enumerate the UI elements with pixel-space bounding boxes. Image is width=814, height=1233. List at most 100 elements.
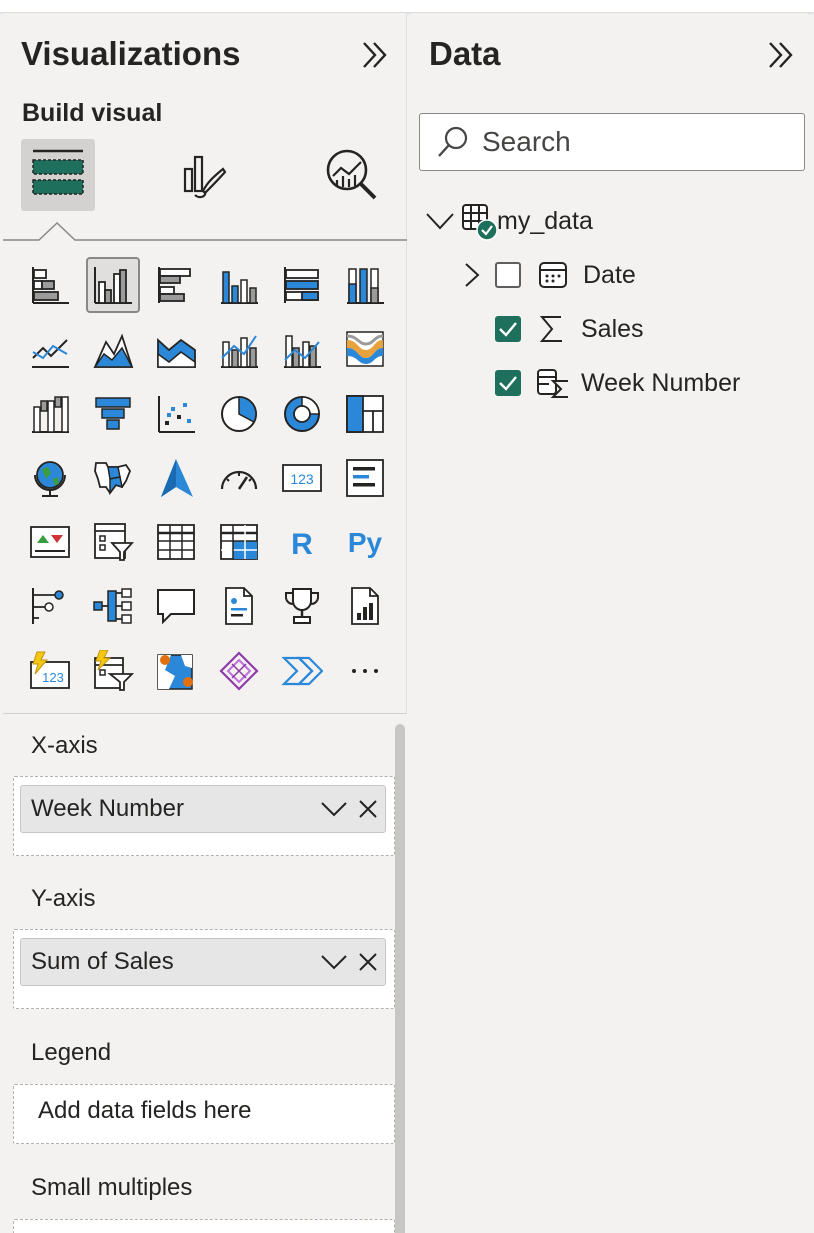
x-axis-field-pill[interactable]: Week Number: [20, 785, 386, 833]
field-row-week-number[interactable]: Week Number: [495, 363, 740, 403]
line-chart-icon[interactable]: [25, 323, 75, 375]
stacked-bar-chart-icon[interactable]: [25, 259, 75, 311]
close-icon: [359, 953, 377, 971]
analytics-magnifier-icon: [326, 149, 377, 200]
y-axis-well[interactable]: Sum of Sales: [13, 929, 395, 1009]
metrics-trophy-icon[interactable]: [277, 580, 327, 632]
100-stacked-column-chart-icon[interactable]: [340, 259, 390, 311]
decomposition-tree-icon[interactable]: [88, 580, 138, 632]
clustered-bar-chart-icon[interactable]: [151, 259, 201, 311]
donut-chart-icon[interactable]: [277, 388, 327, 440]
map-icon[interactable]: [25, 452, 75, 504]
table-node-my-data[interactable]: my_data: [425, 201, 593, 241]
line-and-stacked-column-chart-icon[interactable]: [214, 323, 264, 375]
tab-format-visual[interactable]: [164, 139, 238, 211]
clustered-column-chart-icon[interactable]: [86, 257, 140, 313]
azure-map-icon[interactable]: [151, 452, 201, 504]
field-row-sales[interactable]: Sales: [495, 309, 644, 349]
card-icon-label: 123: [290, 471, 314, 487]
small-multiples-well[interactable]: [13, 1219, 395, 1233]
arcgis-map-icon[interactable]: [151, 645, 201, 697]
field-name-sales: Sales: [581, 314, 644, 343]
y-axis-label: Y-axis: [31, 885, 96, 912]
legend-well[interactable]: Add data fields here: [13, 1084, 395, 1144]
stacked-area-chart-icon[interactable]: [151, 323, 201, 375]
y-axis-field-pill[interactable]: Sum of Sales: [20, 938, 386, 986]
power-automate-card-icon[interactable]: 123: [25, 645, 75, 697]
search-input[interactable]: Search: [419, 113, 805, 171]
pie-chart-icon[interactable]: [214, 388, 264, 440]
data-title: Data: [429, 35, 501, 72]
search-icon: [438, 126, 468, 157]
table-icon[interactable]: [151, 516, 201, 568]
qa-icon[interactable]: [151, 580, 201, 632]
field-wells: X-axis Week Number Y-axis Sum of Sales L…: [3, 713, 407, 1233]
x-axis-field-remove-button[interactable]: [351, 792, 385, 826]
power-card-label: 123: [42, 670, 64, 685]
power-apps-icon[interactable]: [214, 645, 264, 697]
tab-build-visual[interactable]: [21, 139, 95, 211]
y-axis-field-remove-button[interactable]: [351, 945, 385, 979]
x-axis-label: X-axis: [31, 732, 98, 759]
build-visual-label: Build visual: [22, 99, 163, 127]
checkmark-icon: [499, 376, 517, 391]
paginated-report-icon[interactable]: [340, 580, 390, 632]
y-axis-field-name: Sum of Sales: [31, 948, 174, 975]
x-axis-field-dropdown-button[interactable]: [317, 792, 351, 826]
x-axis-well[interactable]: Week Number: [13, 776, 395, 856]
calculated-column-icon: [537, 369, 568, 398]
field-checkbox-sales[interactable]: [495, 316, 521, 342]
field-checkbox-date[interactable]: [495, 262, 521, 288]
format-brush-icon: [183, 155, 227, 199]
power-automate-icon[interactable]: [277, 645, 327, 697]
double-chevron-right-icon: [769, 42, 793, 68]
funnel-chart-icon[interactable]: [88, 388, 138, 440]
treemap-icon[interactable]: [340, 388, 390, 440]
data-pane: Data Search my_data Date Sales Week Numb…: [411, 13, 808, 1233]
top-strip: [0, 0, 814, 12]
key-influencers-icon[interactable]: [25, 580, 75, 632]
calendar-icon: [539, 262, 567, 288]
chevron-down-icon[interactable]: [425, 211, 455, 231]
chevron-right-icon[interactable]: [463, 262, 481, 288]
visual-type-gallery: 123 R Py 123: [25, 257, 390, 697]
wells-scrollbar[interactable]: [395, 724, 405, 1233]
field-row-date[interactable]: Date: [463, 255, 636, 295]
r-script-visual-icon[interactable]: R: [277, 516, 327, 568]
collapse-visualizations-button[interactable]: [359, 39, 391, 71]
filled-map-icon[interactable]: [88, 452, 138, 504]
field-checkbox-week-number[interactable]: [495, 370, 521, 396]
card-icon[interactable]: 123: [277, 452, 327, 504]
chevron-down-icon: [321, 955, 347, 970]
line-and-clustered-column-chart-icon[interactable]: [277, 323, 327, 375]
table-name: my_data: [497, 206, 593, 235]
matrix-icon[interactable]: [214, 516, 264, 568]
gauge-icon[interactable]: [214, 452, 264, 504]
more-visuals-icon[interactable]: [340, 645, 390, 697]
smart-narrative-icon[interactable]: [214, 580, 264, 632]
field-name-week-number: Week Number: [581, 368, 741, 397]
x-axis-field-name: Week Number: [31, 795, 184, 822]
slicer-icon[interactable]: [88, 516, 138, 568]
tab-analytics[interactable]: [315, 139, 389, 211]
kpi-icon[interactable]: [25, 516, 75, 568]
ribbon-chart-icon[interactable]: [340, 323, 390, 375]
stacked-column-chart-icon[interactable]: [214, 259, 264, 311]
r-label: R: [291, 528, 313, 561]
double-chevron-right-icon: [363, 42, 387, 68]
visualizations-title: Visualizations: [21, 35, 241, 72]
100-stacked-bar-chart-icon[interactable]: [277, 259, 327, 311]
close-icon: [359, 800, 377, 818]
collapse-data-button[interactable]: [765, 39, 797, 71]
multi-row-card-icon[interactable]: [340, 452, 390, 504]
y-axis-field-dropdown-button[interactable]: [317, 945, 351, 979]
waterfall-chart-icon[interactable]: [25, 388, 75, 440]
field-name-date: Date: [583, 260, 636, 289]
python-visual-icon[interactable]: Py: [340, 516, 390, 568]
visualizations-pane: Visualizations Build visual 123 R Py 123…: [3, 13, 407, 1233]
tab-divider: [3, 221, 407, 245]
area-chart-icon[interactable]: [88, 323, 138, 375]
legend-placeholder: Add data fields here: [38, 1097, 252, 1124]
power-automate-slicer-icon[interactable]: [88, 645, 138, 697]
scatter-chart-icon[interactable]: [151, 388, 201, 440]
